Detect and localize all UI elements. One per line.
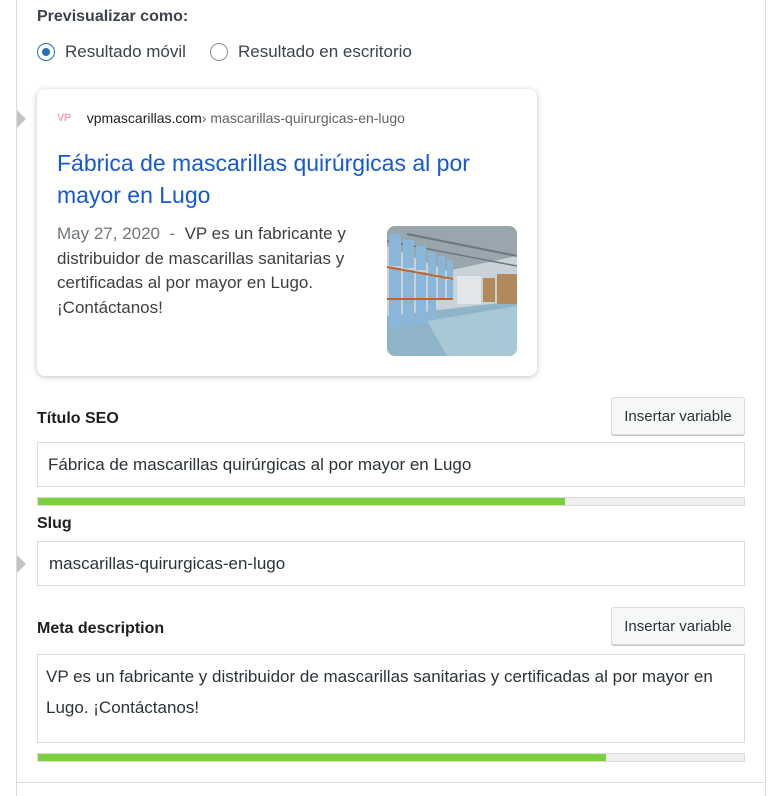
radio-checked-icon[interactable] [37,43,55,61]
serp-thumbnail-image [387,226,517,356]
seo-title-progress-fill [38,498,565,505]
radio-mobile-label[interactable]: Resultado móvil [65,42,186,62]
meta-description-label: Meta description [37,620,165,637]
meta-description-progress-bar [37,753,745,762]
radio-mobile-result[interactable]: Resultado móvil [37,42,186,62]
seo-title-label: Título SEO [37,410,119,427]
seo-title-progress-bar [37,497,745,506]
insert-variable-button[interactable]: Insertar variable [611,397,745,435]
serp-site-domain: vpmascarillas.com [86,110,202,126]
panel-bottom-divider [16,782,766,783]
radio-desktop-result[interactable]: Resultado en escritorio [210,42,412,62]
insert-variable-button[interactable]: Insertar variable [611,607,745,645]
serp-date-separator: - [160,224,185,243]
serp-preview-card: VP vpmascarillas.com › mascarillas-quiru… [37,89,537,376]
slug-input[interactable]: mascarillas-quirurgicas-en-lugo [37,541,745,586]
collapse-arrow-icon[interactable] [17,555,26,573]
meta-description-textarea[interactable]: VP es un fabricante y distribuidor de ma… [37,654,745,743]
meta-description-progress-fill [38,754,607,761]
collapse-arrow-icon[interactable] [17,110,26,128]
site-favicon-icon: VP [57,112,71,124]
radio-unchecked-icon[interactable] [210,43,228,61]
serp-url-row: VP vpmascarillas.com › mascarillas-quiru… [57,110,405,126]
panel-border-right [765,0,766,796]
serp-date: May 27, 2020 [57,224,161,243]
slug-label: Slug [37,515,72,532]
serp-url-path: › mascarillas-quirurgicas-en-lugo [201,110,405,126]
radio-desktop-label[interactable]: Resultado en escritorio [238,42,412,62]
serp-description: May 27, 2020 - VP es un fabricante y dis… [57,222,372,320]
serp-title-link[interactable]: Fábrica de mascarillas quirúrgicas al po… [57,147,527,211]
seo-title-input[interactable]: Fábrica de mascarillas quirúrgicas al po… [37,442,745,487]
preview-mode-label: Previsualizar como: [37,8,189,25]
